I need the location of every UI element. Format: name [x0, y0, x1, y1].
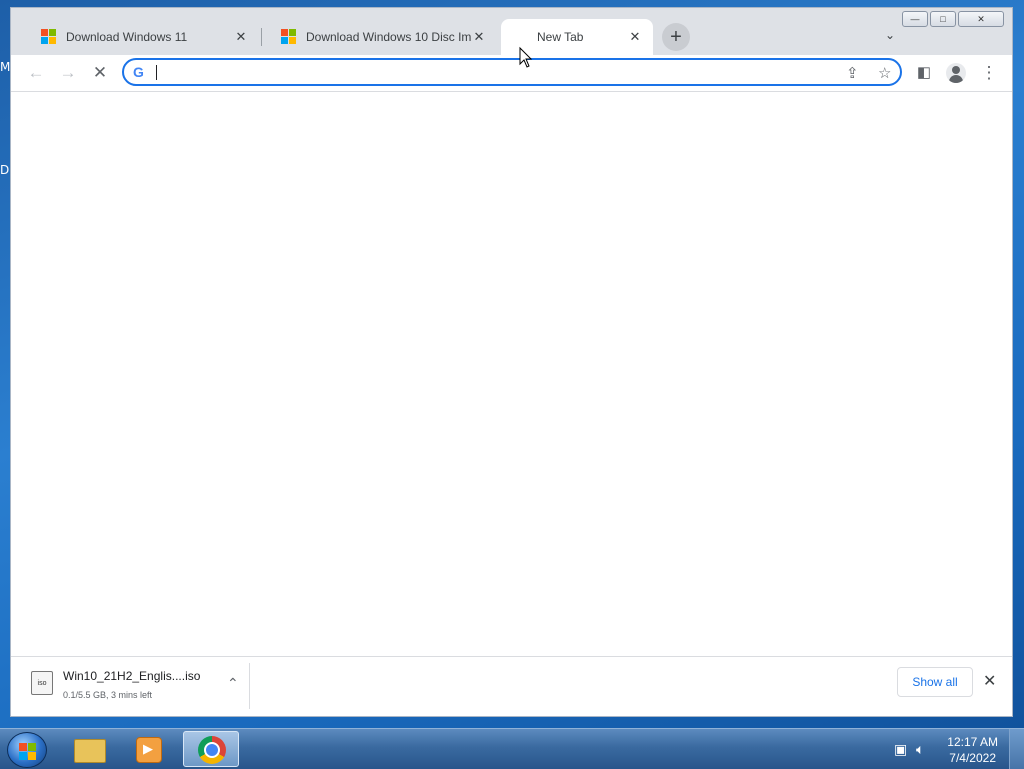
bookmark-star-icon[interactable]: ☆ [878, 64, 891, 82]
chrome-window: Download Windows 11 ✕ Download Windows 1… [10, 7, 1013, 717]
tab-search-chevron-icon[interactable]: ⌄ [885, 28, 895, 42]
taskbar: ▣ 🔈︎ 12:17 AM 7/4/2022 [0, 728, 1024, 769]
tab-close-icon[interactable]: ✕ [471, 29, 487, 45]
tab-title: Download Windows 10 Disc Image [306, 30, 471, 44]
forward-arrow-icon[interactable]: → [57, 63, 79, 83]
system-tray: ▣ 🔈︎ 12:17 AM 7/4/2022 [884, 729, 1024, 769]
clock[interactable]: 12:17 AM 7/4/2022 [947, 734, 998, 766]
media-player-icon [136, 737, 162, 763]
profile-avatar-icon[interactable] [946, 63, 966, 83]
volume-icon[interactable]: 🔈︎ [916, 741, 924, 758]
tab-download-windows-11[interactable]: Download Windows 11 ✕ [19, 19, 259, 55]
tab-close-icon[interactable]: ✕ [233, 29, 249, 45]
minimize-button[interactable]: — [902, 11, 928, 27]
share-icon[interactable]: ⇪ [846, 64, 859, 82]
page-content[interactable] [11, 92, 1012, 656]
side-panel-icon[interactable]: ◧ [913, 63, 935, 83]
tab-download-windows-10[interactable]: Download Windows 10 Disc Image ✕ [259, 19, 497, 55]
new-tab-button[interactable]: + [662, 23, 690, 51]
taskbar-explorer-button[interactable] [60, 731, 116, 767]
stop-loading-icon[interactable]: ✕ [89, 63, 111, 83]
text-caret [156, 65, 157, 80]
tab-close-icon[interactable]: ✕ [627, 29, 643, 45]
menu-kebab-icon[interactable]: ⋮ [978, 63, 1000, 83]
show-all-button[interactable]: Show all [897, 667, 973, 697]
download-status: 0.1/5.5 GB, 3 mins left [63, 690, 153, 700]
desktop-icon-label-m: M [0, 60, 11, 74]
tab-strip: Download Windows 11 ✕ Download Windows 1… [11, 8, 1012, 55]
microsoft-logo-icon [281, 29, 297, 45]
close-download-shelf-icon[interactable]: ✕ [983, 671, 996, 691]
mouse-cursor-icon [519, 46, 533, 68]
taskbar-chrome-button[interactable] [183, 731, 239, 767]
close-window-button[interactable]: ✕ [958, 11, 1004, 27]
network-icon[interactable]: ▣ [894, 741, 907, 758]
folder-icon [74, 739, 106, 763]
google-logo-icon: G [133, 64, 144, 80]
maximize-button[interactable]: □ [930, 11, 956, 27]
download-shelf: iso Win10_21H2_Englis....iso 0.1/5.5 GB,… [11, 656, 1012, 716]
start-button[interactable] [7, 732, 47, 768]
tab-title: New Tab [537, 30, 584, 44]
desktop-icon-label-d: D [0, 163, 10, 177]
address-input[interactable] [154, 62, 838, 84]
taskbar-media-player-button[interactable] [120, 731, 176, 767]
chevron-up-icon[interactable]: ⌃ [227, 675, 239, 692]
show-desktop-button[interactable] [1009, 729, 1024, 769]
browser-toolbar: ← → ✕ G ⇪ ☆ ◧ ⋮ [11, 55, 1012, 92]
download-file-name: Win10_21H2_Englis....iso [63, 669, 201, 683]
address-bar[interactable]: G ⇪ ☆ [122, 58, 902, 86]
iso-file-icon: iso [31, 671, 53, 695]
tab-title: Download Windows 11 [66, 30, 188, 44]
window-controls: — □ ✕ [902, 11, 1004, 27]
clock-time: 12:17 AM [947, 735, 998, 749]
chrome-icon [198, 736, 226, 764]
download-item[interactable]: iso Win10_21H2_Englis....iso 0.1/5.5 GB,… [21, 663, 250, 709]
clock-date: 7/4/2022 [949, 751, 996, 765]
microsoft-logo-icon [41, 29, 57, 45]
back-arrow-icon[interactable]: ← [25, 63, 47, 83]
